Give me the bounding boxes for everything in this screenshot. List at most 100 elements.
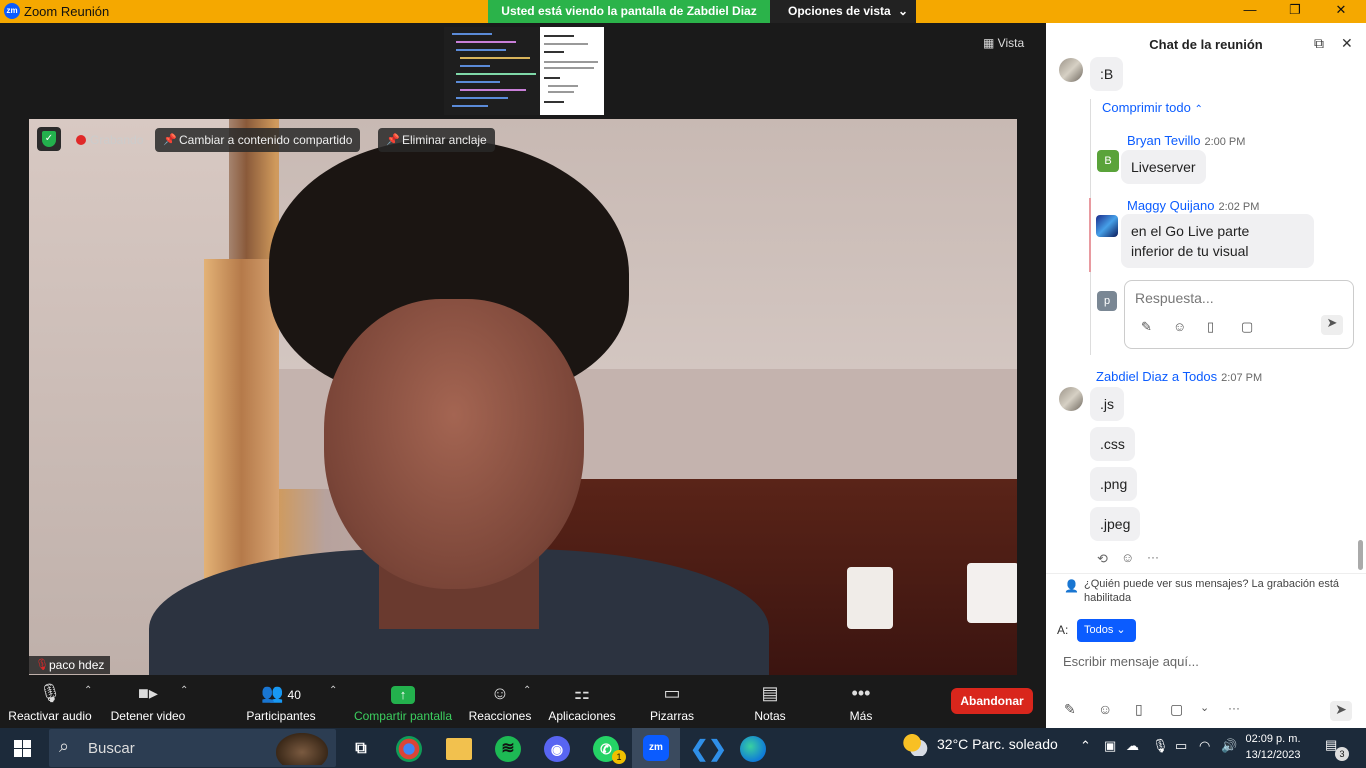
share-screen-button[interactable]: ↑ Compartir pantalla [352, 677, 454, 727]
thread-highlight [1089, 198, 1091, 272]
chat-message[interactable]: Liveserver [1121, 150, 1206, 184]
view-button[interactable]: ▦ Vista [983, 32, 1038, 54]
stop-video-label: Detener video [110, 709, 186, 723]
pin-icon: 📌 [163, 134, 177, 146]
message-sender: Bryan Tevillo 2:00 PM [1127, 133, 1245, 148]
avatar [1059, 58, 1083, 82]
chat-message[interactable]: en el Go Live parte inferior de tu visua… [1121, 214, 1314, 268]
participants-button[interactable]: 👥 40 Participantes ⌃ [244, 677, 337, 727]
file-icon[interactable]: ▯ [1135, 701, 1143, 718]
windows-start-icon[interactable] [14, 740, 31, 757]
whatsapp-badge: 1 [612, 750, 626, 764]
whiteboards-button[interactable]: ▭ Pizarras [644, 677, 700, 727]
battery-icon[interactable]: ▭ [1175, 738, 1187, 754]
weather-widget[interactable]: 32°C Parc. soleado [903, 734, 1058, 756]
volume-icon[interactable]: 🔊 [1221, 738, 1237, 754]
screenshot-icon[interactable]: ▢ [1241, 319, 1253, 335]
share-screen-icon: ↑ [352, 683, 454, 705]
edge-icon[interactable] [740, 736, 766, 762]
avatar [1096, 215, 1118, 237]
message-time: 2:02 PM [1218, 201, 1260, 213]
notes-button[interactable]: ▤ Notas [746, 677, 794, 727]
camera-tray-icon[interactable]: ▣ [1104, 738, 1116, 754]
send-icon[interactable]: ➤ [1321, 315, 1343, 335]
cloud-icon[interactable]: ☁ [1126, 738, 1139, 754]
file-icon[interactable]: ▯ [1207, 319, 1214, 335]
chevron-up-icon[interactable]: ⌃ [1080, 738, 1091, 754]
more-label: Más [849, 709, 873, 723]
caret-up-icon[interactable]: ⌃ [180, 685, 188, 696]
more-button[interactable]: ••• Más [838, 677, 884, 727]
apps-button[interactable]: ⚏ Aplicaciones [546, 677, 618, 727]
caret-up-icon[interactable]: ⌃ [84, 685, 92, 696]
muted-mic-icon: 🎙 [38, 683, 62, 703]
view-options-label: Opciones de vista [788, 4, 891, 18]
caret-up-icon[interactable]: ⌃ [329, 685, 337, 696]
meeting-toolbar: 🎙 Reactivar audio ⌃ ■▸ Detener video ⌃ 👥… [0, 675, 1046, 728]
chat-message[interactable]: .js [1090, 387, 1124, 421]
view-options-button[interactable]: Opciones de vista ⌄ [770, 0, 916, 23]
close-window-button[interactable]: ✕ [1331, 2, 1351, 20]
discord-icon[interactable]: ◉ [544, 736, 570, 762]
participants-icon: 👥 40 [261, 683, 301, 703]
leave-button[interactable]: Abandonar [951, 688, 1033, 714]
screenshot-icon[interactable]: ▢ [1170, 701, 1183, 718]
more-options-icon[interactable]: ··· [1147, 550, 1159, 564]
chat-scrollbar[interactable] [1358, 540, 1363, 570]
more-dots-icon[interactable]: ··· [1228, 701, 1240, 715]
reactions-button[interactable]: ☺ Reacciones ⌃ [468, 677, 532, 727]
divider [1046, 573, 1366, 574]
task-view-icon[interactable]: ⧉ [346, 734, 376, 764]
recording-indicator[interactable]: Grabando [70, 128, 143, 152]
vscode-icon[interactable]: ❮❯ [690, 734, 727, 764]
file-explorer-icon[interactable] [446, 738, 472, 760]
send-icon[interactable]: ➤ [1330, 701, 1352, 721]
recipient-dropdown[interactable]: Todos ⌄ [1077, 619, 1136, 642]
collapse-all-button[interactable]: Comprimir todo ⌃ [1102, 100, 1203, 115]
security-shield-button[interactable]: ✓ [37, 127, 61, 151]
taskbar-search[interactable]: ⌕ Buscar [49, 729, 336, 767]
chevron-up-icon: ⌃ [1194, 104, 1203, 115]
caret-up-icon[interactable]: ⌃ [523, 685, 531, 696]
avatar: B [1097, 150, 1119, 172]
format-text-icon[interactable]: ✎ [1064, 701, 1076, 718]
window-title: Zoom Reunión [24, 4, 110, 19]
clock[interactable]: 02:09 p. m. 13/12/2023 [1238, 731, 1308, 763]
unmute-button[interactable]: 🎙 Reactivar audio ⌃ [8, 677, 92, 727]
format-text-icon[interactable]: ✎ [1141, 319, 1152, 335]
wifi-icon[interactable]: ◠ [1199, 738, 1210, 754]
pin-icon: 📌 [386, 134, 400, 146]
avatar [1059, 387, 1083, 411]
spotify-icon[interactable]: ≋ [495, 736, 521, 762]
chat-message[interactable]: .jpeg [1090, 507, 1141, 541]
add-reaction-icon[interactable]: ☺ [1121, 550, 1134, 565]
reply-input[interactable]: Respuesta... ✎ ☺ ▯ ▢ ➤ [1124, 280, 1354, 349]
close-icon[interactable]: ✕ [1341, 35, 1353, 52]
stop-video-button[interactable]: ■▸ Detener video ⌃ [108, 677, 189, 727]
chrome-icon[interactable] [396, 736, 422, 762]
record-dot-icon [76, 135, 86, 145]
message-sender: Maggy Quijano 2:02 PM [1127, 198, 1259, 213]
notes-label: Notas [754, 709, 786, 723]
shared-screen-thumbnail[interactable] [444, 27, 604, 115]
minimize-button[interactable]: — [1240, 2, 1260, 20]
message-input[interactable]: Escribir mensaje aquí... [1063, 654, 1199, 669]
microphone-icon[interactable]: 🎙 [1152, 738, 1169, 754]
maximize-button[interactable]: ❐ [1285, 2, 1305, 20]
switch-to-shared-content-button[interactable]: 📌 Cambiar a contenido compartido [155, 128, 361, 152]
reply-icon[interactable]: ⟲ [1097, 551, 1108, 567]
clock-time: 02:09 p. m. [1245, 733, 1301, 745]
emoji-icon[interactable]: ☺ [1173, 319, 1186, 334]
chat-message[interactable]: .css [1090, 427, 1135, 461]
chevron-down-icon[interactable]: ⌄ [1200, 701, 1209, 714]
switch-content-label: Cambiar a contenido compartido [179, 133, 353, 147]
pop-out-icon[interactable]: ⧉ [1314, 35, 1324, 52]
emoji-icon[interactable]: ☺ [1098, 701, 1112, 717]
privacy-note[interactable]: 👤 ¿Quién puede ver sus mensajes? La grab… [1054, 577, 1358, 605]
unpin-button[interactable]: 📌 Eliminar anclaje [378, 128, 495, 152]
reply-placeholder: Respuesta... [1135, 290, 1214, 306]
zoom-task-button[interactable]: zm [632, 728, 680, 768]
chat-message[interactable]: :B [1090, 57, 1124, 91]
chat-message[interactable]: .png [1090, 467, 1138, 501]
notifications-button[interactable]: ▤ 3 [1325, 737, 1349, 761]
